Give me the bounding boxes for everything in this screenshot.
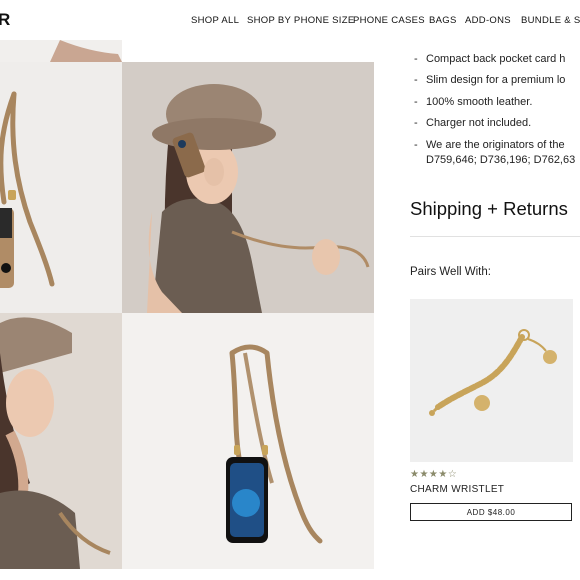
divider [410, 236, 580, 237]
feature-item: -100% smooth leather. [414, 95, 533, 108]
shipping-returns-toggle[interactable]: Shipping + Returns [410, 198, 568, 220]
nav-bundle[interactable]: BUNDLE & SA [521, 15, 580, 26]
feature-item: - Compact back pocket card h [414, 53, 566, 65]
gallery-top-strip-right [122, 40, 374, 62]
nav-bags[interactable]: BAGS [429, 15, 457, 26]
nav-phone-cases[interactable]: PHONE CASES [353, 15, 425, 26]
brand-logo[interactable]: R [0, 10, 11, 30]
feature-list: - Compact back pocket card h - Slim design… [414, 52, 580, 174]
rating-stars: ★★★★☆ [410, 469, 458, 480]
nav-shop-by-phone-size[interactable]: SHOP BY PHONE SIZE [247, 15, 354, 26]
gallery-image-model-closeup[interactable] [0, 313, 122, 569]
feature-item: - Slim design for a premium lo [414, 74, 566, 87]
phone-case-crossbody-illustration [226, 344, 323, 544]
product-details: - Compact back pocket card h - Slim design… [390, 40, 580, 580]
gallery-image-strap-flatlay[interactable] [0, 62, 122, 313]
crossbody-strap-illustration [0, 91, 55, 288]
charm-wristlet-image[interactable] [410, 299, 573, 462]
gallery-top-strip [0, 40, 122, 62]
model-fur-hat-illustration [122, 62, 374, 313]
feature-item: - Charger not included. [414, 117, 532, 130]
site-header: R SHOP ALL SHOP BY PHONE SIZE PHONE CASE… [0, 0, 580, 40]
nav-shop-all[interactable]: SHOP ALL [191, 15, 239, 26]
nav-add-ons[interactable]: ADD-ONS [465, 15, 511, 26]
model-closeup-illustration [0, 313, 122, 569]
gallery-image-model-fur-hat[interactable] [122, 62, 374, 313]
add-to-cart-button[interactable]: ADD $48.00 [410, 503, 572, 521]
product-name[interactable]: CHARM WRISTLET [410, 484, 504, 495]
feature-item: - We are the originators of the D759,646; … [414, 138, 580, 168]
pairs-well-heading: Pairs Well With: [410, 266, 491, 278]
patent-numbers: D759,646; D736,196; D762,63 [426, 153, 576, 166]
model-arm-partial [50, 40, 122, 62]
charm-wristlet-illustration [429, 329, 557, 416]
gallery-image-phone-case[interactable] [122, 313, 374, 569]
